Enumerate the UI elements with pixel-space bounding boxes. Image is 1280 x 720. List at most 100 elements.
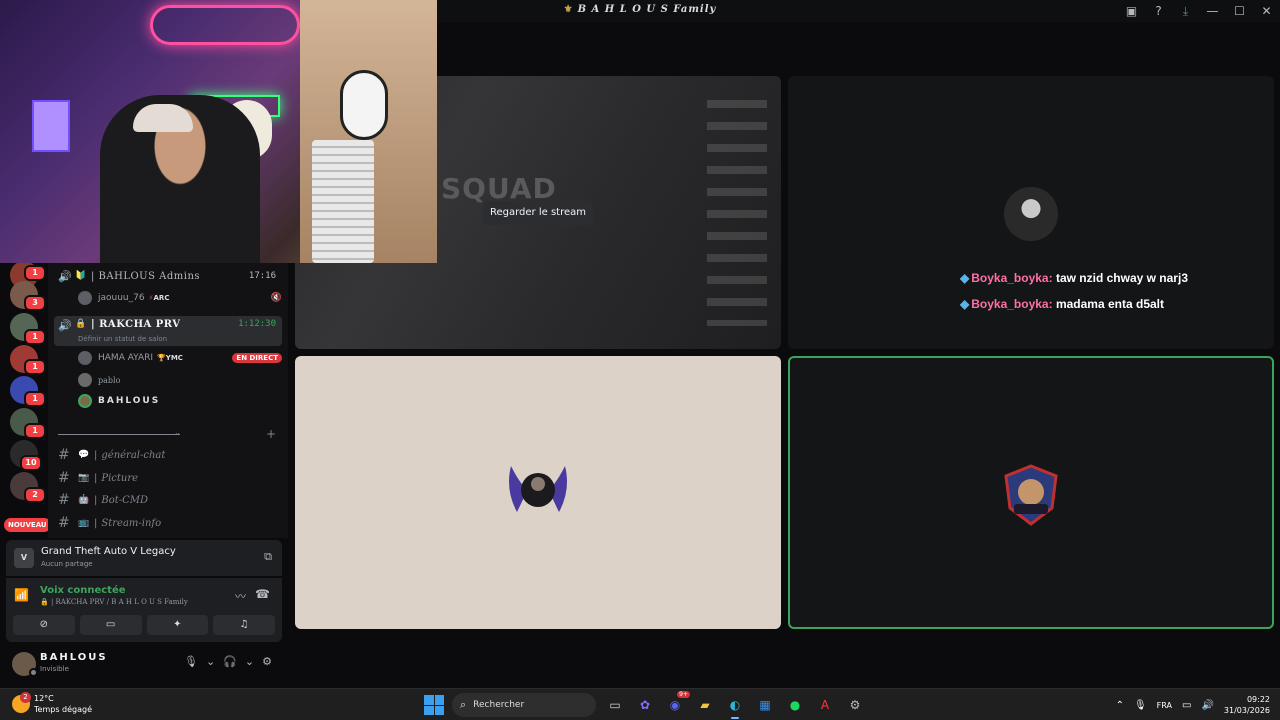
username[interactable]: BAHLOUS (40, 652, 108, 663)
clock-time: 09:22 (1246, 695, 1270, 704)
user-status: Invisible (40, 665, 69, 673)
text-channel[interactable]: # 💬 | général-chat (58, 445, 278, 465)
server-logo-icon: ⚜ (563, 4, 574, 15)
voice-member[interactable]: pablo (78, 371, 282, 389)
text-channel[interactable]: # 📺 | Stream-info (58, 513, 278, 533)
discord-window: ⚜ B A H L O U S Family ▣ ? ⤓ — ☐ ✕ 1 3 1 … (0, 0, 1280, 720)
chevron-down-icon[interactable]: ⌄ (206, 655, 215, 668)
desktop-icons-preview (707, 86, 767, 326)
member-name: BAHLOUS (98, 396, 161, 406)
temperature[interactable]: 12°C (34, 694, 54, 703)
air-cooler (312, 140, 374, 263)
activity-title: Grand Theft Auto V Legacy (41, 546, 176, 557)
download-icon[interactable]: ⤓ (1172, 4, 1199, 19)
cube-icon: ◆ (960, 297, 970, 311)
weather-description[interactable]: Temps dégagé (34, 705, 92, 714)
voice-channel-admins[interactable]: 🔊 🔰 | BAHLOUS Admins 17:16 (54, 266, 282, 286)
voice-member[interactable]: jaouuu_76 ⚡ARC 🔇 (78, 289, 282, 307)
channel-emoji: 💬 (78, 450, 90, 460)
channel-list: 🔊 🔰 | BAHLOUS Admins 17:16 jaouuu_76 ⚡AR… (48, 263, 288, 538)
system-tray: ⌃ 🎙 FRA ▭ 🔊 09:22 31/03/2026 (1116, 693, 1270, 717)
hash-icon: # (58, 492, 70, 508)
steam-icon[interactable]: ⚙ (844, 694, 866, 716)
chat-user: Boyka_boyka: (971, 271, 1053, 285)
trophy-icon: 🏆 (157, 354, 166, 362)
chevron-down-icon[interactable]: ⌄ (245, 655, 254, 668)
separator: | (94, 517, 98, 529)
gear-icon[interactable]: ⚙ (262, 655, 272, 668)
file-explorer-icon[interactable]: ▰ (694, 694, 716, 716)
text-channel[interactable]: # 📷 | Picture (58, 468, 278, 488)
window-title-text: B A H L O U S Family (577, 4, 717, 15)
help-icon[interactable]: ? (1145, 4, 1172, 18)
discord-icon[interactable]: ◉ 9+ (664, 691, 690, 716)
voice-status-title[interactable]: Voix connectée (40, 585, 126, 596)
channel-status-hint[interactable]: Définir un statut de salon (78, 335, 167, 343)
channel-emoji: 📺 (78, 518, 90, 528)
adobe-icon[interactable]: A (814, 694, 836, 716)
voice-status-channel[interactable]: 🔒 | RAKCHA PRV / B A H L O U S Family (40, 598, 188, 606)
live-badge: EN DIRECT (232, 353, 282, 363)
participant-tile[interactable] (295, 356, 781, 629)
voice-member[interactable]: HAMA AYARI 🏆YMC EN DIRECT (78, 349, 282, 367)
voice-member[interactable]: BAHLOUS (78, 392, 282, 410)
chevron-up-icon[interactable]: ⌃ (1116, 700, 1124, 711)
camera-off-button[interactable]: ⊘ (13, 615, 75, 635)
clock[interactable]: 09:22 31/03/2026 (1224, 694, 1270, 716)
task-view-icon[interactable]: ▭ (604, 694, 626, 716)
mention-badge: 1 (24, 391, 46, 407)
cast-icon[interactable]: ▣ (1118, 4, 1145, 18)
channel-emoji: 🤖 (78, 495, 90, 505)
edge-icon[interactable]: ◐ (724, 694, 746, 719)
user-controls: 🎙 ⌄ 🎧 ⌄ ⚙ (184, 655, 272, 668)
maximize-icon[interactable]: ☐ (1226, 4, 1253, 18)
hash-icon: # (58, 470, 70, 486)
hash-icon: # (58, 447, 70, 463)
watch-stream-button[interactable]: Regarder le stream (483, 201, 593, 225)
minimize-icon[interactable]: — (1199, 4, 1226, 18)
winged-avatar-icon (509, 466, 567, 512)
soundboard-button[interactable]: ♫ (213, 615, 275, 635)
chevron-down-icon[interactable]: ⌄ (174, 428, 181, 437)
spotify-icon[interactable]: ● (784, 694, 806, 716)
disconnect-icon[interactable]: ☎ (255, 587, 270, 601)
search-box[interactable]: ⌕ Rechercher (452, 693, 596, 717)
mention-badge: 1 (24, 359, 46, 375)
add-channel-icon[interactable]: + (266, 427, 276, 441)
microphone-icon[interactable]: 🎙 (1134, 700, 1147, 711)
text-channel[interactable]: # 🤖 | Bot-CMD (58, 490, 278, 510)
noise-suppression-icon[interactable]: 〰 (235, 588, 246, 604)
notification-badge: 9+ (677, 691, 690, 698)
headphones-icon[interactable]: 🎧 (223, 655, 237, 668)
activities-button[interactable]: ✦ (146, 615, 209, 635)
voice-connection-panel: 📶 Voix connectée 🔒 | RAKCHA PRV / B A H … (6, 578, 282, 642)
language-indicator[interactable]: FRA (1157, 701, 1172, 710)
status-indicator (29, 668, 38, 677)
member-name: pablo (98, 375, 121, 385)
muted-deafened-icon: 🔇 (270, 293, 282, 303)
windows-start-icon[interactable] (424, 695, 444, 715)
chat-overlay-line: ◆ Boyka_boyka: taw nzid chway w narj3 (960, 271, 1188, 285)
participant-tile-speaking[interactable] (788, 356, 1274, 629)
separator: | (94, 472, 98, 484)
screen-share-button[interactable]: ▭ (79, 615, 142, 635)
poster (32, 100, 70, 152)
close-icon[interactable]: ✕ (1253, 4, 1280, 18)
signal-icon[interactable]: 📶 (14, 588, 29, 602)
mention-badge: 1 (24, 329, 46, 345)
copilot-icon[interactable]: ✿ (634, 694, 656, 716)
chat-text: madama enta d5alt (1055, 297, 1164, 311)
guild-tag: ⚡ARC (149, 294, 170, 302)
network-icon[interactable]: ▭ (1182, 700, 1191, 711)
channel-name: Bot-CMD (101, 494, 149, 506)
microphone-icon[interactable]: 🎙 (184, 655, 198, 668)
store-icon[interactable]: ▦ (754, 694, 776, 716)
guild-tag-text: ARC (153, 294, 170, 302)
channel-emoji: 📷 (78, 473, 90, 483)
taskbar-apps: ⌕ Rechercher ▭ ✿ ◉ 9+ ▰ ◐ ▦ ● A ⚙ (424, 691, 866, 719)
share-screen-icon[interactable]: ⧉ (264, 550, 272, 564)
voice-status-channel-text: | RAKCHA PRV / B A H L O U S Family (50, 598, 188, 606)
clock-date: 31/03/2026 (1223, 706, 1270, 715)
participant-tile[interactable]: ◆ Boyka_boyka: taw nzid chway w narj3 ◆ Bo… (788, 76, 1274, 349)
volume-icon[interactable]: 🔊 (1201, 700, 1213, 711)
